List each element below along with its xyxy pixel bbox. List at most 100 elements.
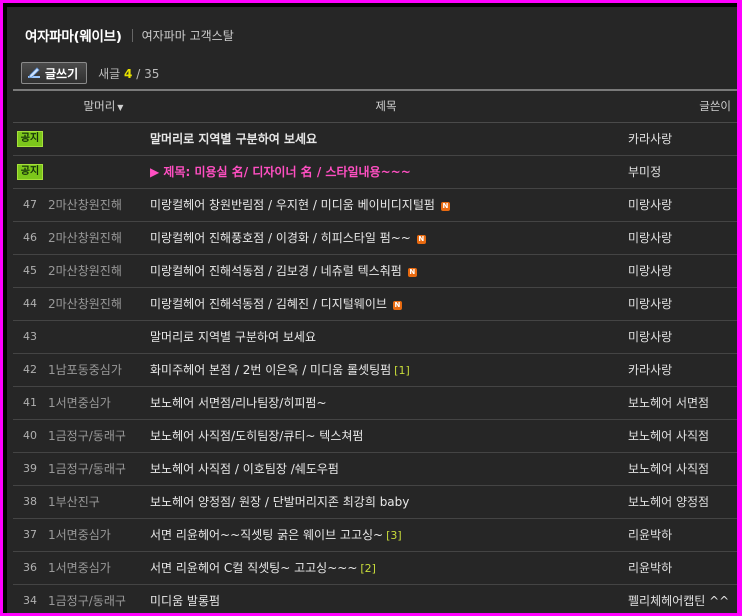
table-row: 45 2마산창원진해 미랑컬헤어 진해석동점 / 김보경 / 네츄럴 텍스춰펌 N 미랑… — [13, 254, 737, 287]
post-author[interactable]: 부미정 — [625, 155, 737, 188]
post-author[interactable]: 미랑사랑 — [625, 254, 737, 287]
post-category — [47, 320, 147, 353]
post-author[interactable]: 보노헤어 사직점 — [625, 452, 737, 485]
chevron-down-icon: ▼ — [117, 103, 124, 113]
new-icon: N — [416, 235, 426, 244]
post-author[interactable]: 미랑사랑 — [625, 188, 737, 221]
notice-row: 공지 말머리로 지역별 구분하여 보세요 카라사랑 — [13, 122, 737, 155]
post-author[interactable]: 카라사랑 — [625, 122, 737, 155]
post-title-link[interactable]: 말머리로 지역별 구분하여 보세요 — [150, 132, 317, 146]
table-row: 46 2마산창원진해 미랑컬헤어 진해풍호점 / 이경화 / 히피스타일 펌~~ N 미… — [13, 221, 737, 254]
post-category: 1금정구/동래구 — [48, 594, 126, 608]
post-table: 말머리 ▼ 제목 글쓴이 공지 말머리로 지역별 구분하여 보세요 카라사랑 공지 ▶ 제… — [13, 89, 737, 613]
post-title-link[interactable]: 보노헤어 사직점 / 이호팀장 /쉐도우펌 — [150, 462, 339, 476]
post-author[interactable]: 리윤박하 — [625, 551, 737, 584]
post-category: 2마산창원진해 — [48, 198, 122, 212]
post-title-cell: ▶ 제목: 미용실 名/ 디자이너 名 / 스타일내용~~~ — [147, 155, 625, 188]
post-title-cell: 미랑컬헤어 진해풍호점 / 이경화 / 히피스타일 펌~~ N — [147, 221, 625, 254]
window-frame: 여자파마(웨이브) 여자파마 고객스탈 글쓰기 새글 4 / 35 말머리 ▼ … — [3, 3, 737, 613]
table-row: 37 1서면중심가 서면 리윤헤어~~직셋팅 굵은 웨이브 고고싱~ [3] 리윤박하 — [13, 518, 737, 551]
board-panel: 여자파마(웨이브) 여자파마 고객스탈 글쓰기 새글 4 / 35 말머리 ▼ … — [7, 7, 737, 613]
comment-count[interactable]: [1] — [394, 364, 410, 377]
post-title-link[interactable]: 말머리로 지역별 구분하여 보세요 — [150, 330, 316, 344]
post-title-link[interactable]: 서면 리윤헤어~~직셋팅 굵은 웨이브 고고싱~ — [150, 528, 383, 542]
divider — [131, 28, 133, 42]
post-title-cell: 보노헤어 사직점/도히팀장/큐티~ 텍스쳐펌 — [147, 419, 625, 452]
new-posts-count: 4 — [124, 66, 133, 81]
post-category: 2마산창원진해 — [48, 231, 122, 245]
post-title-cell: 서면 리윤헤어 C컬 직셋팅~ 고고싱~~~ [2] — [147, 551, 625, 584]
post-number: 34 — [23, 594, 37, 607]
post-count: 새글 4 / 35 — [98, 65, 159, 82]
post-author[interactable]: 미랑사랑 — [625, 221, 737, 254]
post-title-link[interactable]: 미랑컬헤어 진해석동점 / 김보경 / 네츄럴 텍스춰펌 — [150, 264, 402, 278]
post-title-link[interactable]: 서면 리윤헤어 C컬 직셋팅~ 고고싱~~~ — [150, 561, 357, 575]
head-filter-dropdown[interactable]: 말머리 ▼ — [47, 90, 147, 122]
post-title-link[interactable]: 미랑컬헤어 창원반림점 / 우지현 / 미디움 베이비디지털펌 — [150, 198, 435, 212]
post-author[interactable]: 펠리체헤어캡틴 ^^ — [625, 584, 737, 613]
table-row: 42 1남포동중심가 화미주헤어 본점 / 2번 이은옥 / 미디움 롤셋팅펌 [1]… — [13, 353, 737, 386]
post-number: 47 — [23, 198, 37, 211]
new-icon: N — [440, 202, 450, 211]
post-category: 1서면중심가 — [48, 396, 111, 410]
num-column-header — [13, 90, 47, 122]
board-header: 여자파마(웨이브) 여자파마 고객스탈 — [25, 24, 234, 46]
write-button[interactable]: 글쓰기 — [21, 62, 88, 84]
post-number: 42 — [23, 363, 37, 376]
post-category: 1금정구/동래구 — [48, 462, 126, 476]
notice-cell: 공지 — [13, 155, 47, 188]
post-number: 43 — [23, 330, 37, 343]
post-title-link[interactable]: 미랑컬헤어 진해석동점 / 김혜진 / 디지털웨이브 — [150, 297, 387, 311]
board-toolbar: 글쓰기 새글 4 / 35 — [21, 61, 159, 85]
post-number: 36 — [23, 561, 37, 574]
post-title-cell: 보노헤어 사직점 / 이호팀장 /쉐도우펌 — [147, 452, 625, 485]
post-number: 37 — [23, 528, 37, 541]
post-number: 45 — [23, 264, 37, 277]
post-number: 41 — [23, 396, 37, 409]
post-title-link[interactable]: 미랑컬헤어 진해풍호점 / 이경화 / 히피스타일 펌~~ — [150, 231, 411, 245]
post-title-cell: 미디움 발롱펌 — [147, 584, 625, 613]
post-category: 2마산창원진해 — [48, 297, 122, 311]
post-author[interactable]: 보노헤어 양정점 — [625, 485, 737, 518]
post-title-cell: 말머리로 지역별 구분하여 보세요 — [147, 320, 625, 353]
post-author[interactable]: 미랑사랑 — [625, 287, 737, 320]
table-row: 39 1금정구/동래구 보노헤어 사직점 / 이호팀장 /쉐도우펌 보노헤어 사직점 — [13, 452, 737, 485]
post-category: 1서면중심가 — [48, 528, 111, 542]
comment-count[interactable]: [2] — [360, 562, 376, 575]
post-author[interactable]: 미랑사랑 — [625, 320, 737, 353]
post-title-link[interactable]: 보노헤어 양정점/ 원장 / 단발머리지존 최강희 baby — [150, 495, 409, 509]
cafe-name[interactable]: 여자파마(웨이브) — [25, 25, 122, 45]
post-category: 1남포동중심가 — [48, 363, 122, 377]
post-category: 1부산진구 — [48, 495, 100, 509]
post-author[interactable]: 보노헤어 사직점 — [625, 419, 737, 452]
table-header-row: 말머리 ▼ 제목 글쓴이 — [13, 90, 737, 122]
notice-cell: 공지 — [13, 122, 47, 155]
total-posts-count: / 35 — [136, 66, 160, 81]
post-title-link[interactable]: 미디움 발롱펌 — [150, 594, 220, 608]
post-category — [47, 122, 147, 155]
post-title-cell: 미랑컬헤어 창원반림점 / 우지현 / 미디움 베이비디지털펌 N — [147, 188, 625, 221]
post-author[interactable]: 카라사랑 — [625, 353, 737, 386]
post-title-link[interactable]: 보노헤어 사직점/도히팀장/큐티~ 텍스쳐펌 — [150, 429, 363, 443]
post-category: 1서면중심가 — [48, 561, 111, 575]
post-title-link[interactable]: 화미주헤어 본점 / 2번 이은옥 / 미디움 롤셋팅펌 — [150, 363, 391, 377]
post-author[interactable]: 리윤박하 — [625, 518, 737, 551]
comment-count[interactable]: [3] — [386, 529, 402, 542]
title-column-header: 제목 — [375, 99, 397, 114]
post-title-cell: 미랑컬헤어 진해석동점 / 김혜진 / 디지털웨이브 N — [147, 287, 625, 320]
post-author[interactable]: 보노헤어 서면점 — [625, 386, 737, 419]
post-title-link[interactable]: 보노헤어 서면점/리나팀장/히피펌~ — [150, 396, 327, 410]
table-row: 43 말머리로 지역별 구분하여 보세요 미랑사랑 — [13, 320, 737, 353]
table-row: 38 1부산진구 보노헤어 양정점/ 원장 / 단발머리지존 최강희 baby 보노헤… — [13, 485, 737, 518]
post-title-cell: 화미주헤어 본점 / 2번 이은옥 / 미디움 롤셋팅펌 [1] — [147, 353, 625, 386]
post-category: 1금정구/동래구 — [48, 429, 126, 443]
post-title-cell: 미랑컬헤어 진해석동점 / 김보경 / 네츄럴 텍스춰펌 N — [147, 254, 625, 287]
board-name[interactable]: 여자파마 고객스탈 — [142, 27, 234, 44]
pen-icon — [28, 67, 41, 79]
post-number: 40 — [23, 429, 37, 442]
new-icon: N — [392, 301, 402, 310]
notice-badge: 공지 — [16, 163, 44, 180]
post-title-cell: 보노헤어 서면점/리나팀장/히피펌~ — [147, 386, 625, 419]
post-title-link[interactable]: ▶ 제목: 미용실 名/ 디자이너 名 / 스타일내용~~~ — [150, 165, 411, 179]
post-number: 38 — [23, 495, 37, 508]
